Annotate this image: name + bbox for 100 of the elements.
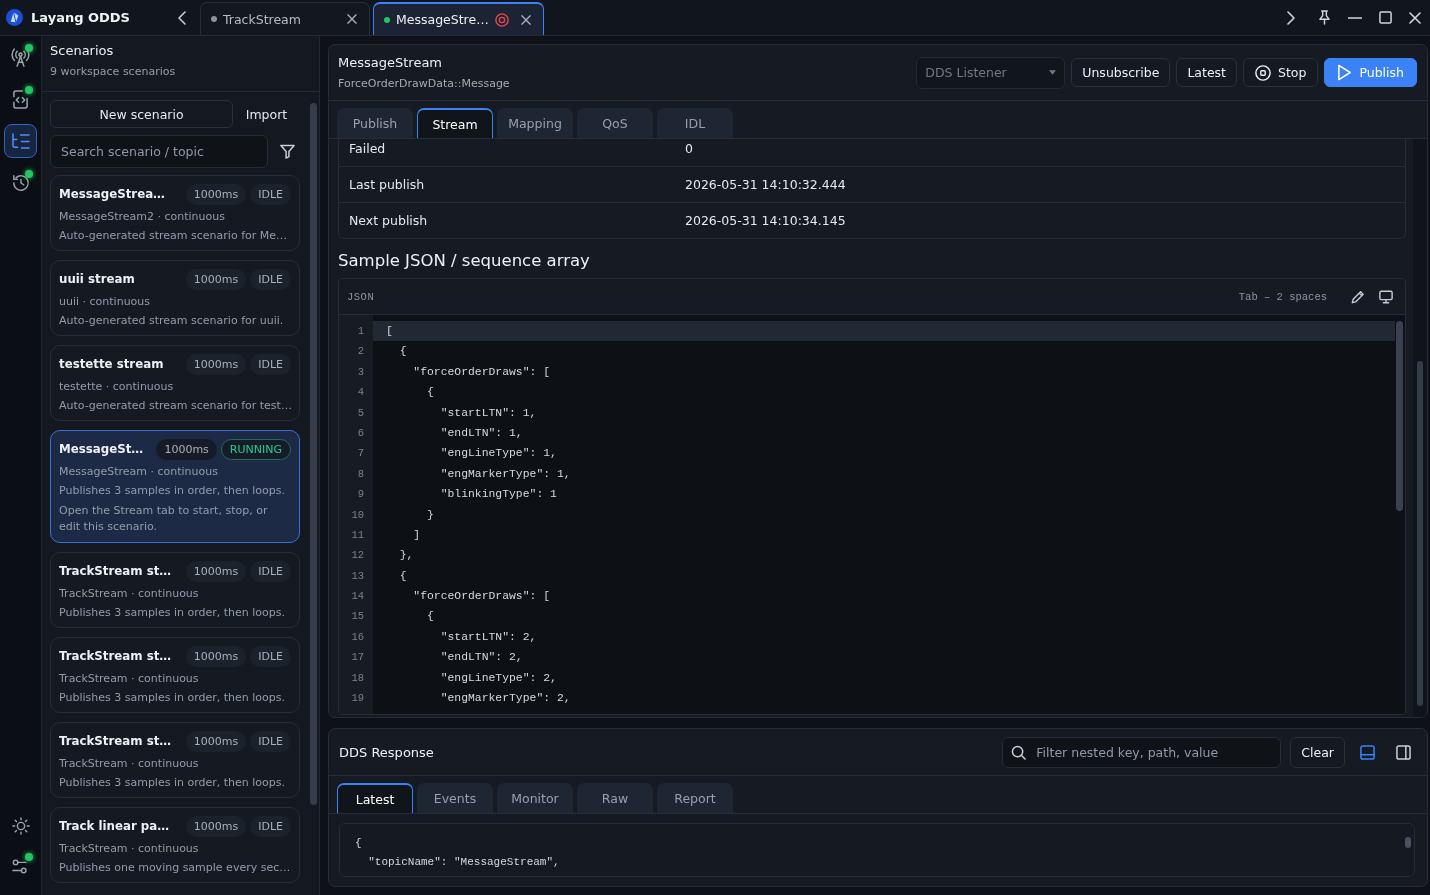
status-chip: IDLE — [250, 560, 291, 582]
sun-icon — [11, 817, 30, 835]
status-chip: IDLE — [250, 645, 291, 667]
status-chip: IDLE — [250, 353, 291, 375]
code-line: ] — [412, 527, 422, 543]
status-chip: IDLE — [250, 815, 291, 837]
close-icon[interactable] — [521, 14, 531, 25]
status-chip: IDLE — [250, 730, 291, 752]
code-line: "engLineType": 1, — [439, 446, 558, 462]
code-line: } — [426, 507, 435, 523]
line-number: 2 — [356, 344, 365, 360]
line-number: 9 — [356, 487, 365, 503]
pin-icon[interactable] — [1318, 10, 1330, 25]
line-number: 17 — [350, 650, 365, 666]
code-line: "engMarkerType": 1, — [439, 466, 572, 482]
line-number: 3 — [356, 364, 365, 380]
close-icon[interactable] — [347, 14, 357, 24]
sidebar-subtitle: 9 workspace scenarios — [50, 64, 177, 80]
publish-button[interactable]: Publish — [1324, 58, 1417, 87]
language-label: JSON — [347, 290, 375, 303]
play-icon — [1337, 64, 1353, 81]
code-line: { — [355, 836, 363, 851]
interval-chip: 1000ms — [185, 730, 247, 752]
tab[interactable]: IDL — [657, 108, 733, 138]
line-number: 7 — [356, 446, 365, 462]
tab[interactable]: QoS — [577, 108, 653, 138]
list-icon — [11, 132, 30, 150]
code-line: "blinkingType": 1 — [439, 487, 558, 503]
scrollbar-thumb[interactable] — [310, 103, 317, 805]
history-icon — [11, 174, 30, 192]
clear-button[interactable]: Clear — [1290, 736, 1345, 768]
scenario-topic: TrackStream · continuous — [59, 671, 200, 687]
line-number: 11 — [350, 527, 365, 543]
scenario-card[interactable]: TrackStream st… 1000ms IDLE TrackStream · continuous Publishes 3 samples in order, then loops. — [50, 637, 300, 713]
document-tab[interactable]: TrackStream — [200, 2, 370, 35]
scenario-topic: uuii · continuous — [59, 294, 152, 310]
table-cell-text: Next publish — [348, 213, 429, 228]
scenario-card[interactable]: MessageStrea… 1000ms IDLE MessageStream2 · continuous Auto-generated stream scenario for Me… — [50, 175, 300, 251]
tab[interactable]: Latest — [337, 783, 413, 813]
close-icon[interactable] — [1409, 11, 1421, 24]
interval-chip: 1000ms — [185, 645, 247, 667]
code-line: "engLineType": 2, — [439, 670, 558, 686]
toolbar-button[interactable]: Unsubscribe — [1071, 58, 1171, 87]
filter-field[interactable]: Filter nested key, path, value — [1002, 736, 1282, 768]
tab[interactable]: Events — [417, 783, 493, 813]
scenario-card[interactable]: testette stream 1000ms IDLE testette · continuous Auto-generated stream scenario for test… — [50, 345, 300, 421]
interval-chip: 1000ms — [185, 183, 247, 205]
filter-icon[interactable] — [280, 144, 295, 159]
scenario-card[interactable]: TrackStream st… 1000ms IDLE TrackStream · continuous Publishes 3 samples in order, then loops. — [50, 552, 300, 628]
code-line: { — [398, 344, 408, 360]
tab[interactable]: Raw — [577, 783, 653, 813]
scenario-card[interactable]: TrackStream st… 1000ms IDLE TrackStream · continuous Publishes 3 samples in order, then loops. — [50, 722, 300, 798]
scenario-name: TrackStream st… — [59, 649, 173, 663]
code-line: "startLTN": 1, — [439, 405, 538, 421]
status-chip: IDLE — [250, 268, 291, 290]
indent-setting[interactable]: Tab – 2 spaces — [1238, 290, 1327, 303]
caret-icon — [1049, 70, 1057, 75]
tab[interactable]: Publish — [337, 108, 413, 138]
scrollbar-thumb[interactable] — [1396, 321, 1403, 511]
scenario-topic: TrackStream · continuous — [59, 756, 200, 772]
table-cell-text: Last publish — [348, 177, 426, 192]
document-tab[interactable]: MessageStre… — [373, 2, 544, 35]
code-line: "engMarkerType": 2, — [439, 691, 572, 707]
scenario-card[interactable]: MessageSt… 1000ms RUNNING MessageStream · continuous Publishes 3 samples in order, then loops. Open the Stream tab to start, stop, or edit this scenario. — [50, 430, 300, 543]
toolbar-button[interactable]: Latest — [1176, 58, 1237, 87]
stop-button[interactable]: Stop — [1243, 58, 1319, 87]
pencil-icon[interactable] — [1351, 289, 1365, 304]
scenario-note: Open the Stream tab to start, stop, or edit this scenario. — [59, 503, 269, 535]
new-scenario-button[interactable]: New scenario — [50, 100, 233, 128]
search-field[interactable]: Search scenario / topic — [50, 135, 268, 168]
chevron-right-icon[interactable] — [1287, 10, 1295, 25]
scrollbar-thumb[interactable] — [1417, 361, 1423, 706]
code-line: "endLTN": 1, — [439, 425, 524, 441]
tab[interactable]: Mapping — [497, 108, 573, 138]
scenario-topic: TrackStream · continuous — [59, 586, 200, 602]
tab[interactable]: Stream — [417, 108, 493, 138]
panel-title: DDS Response — [339, 744, 434, 760]
line-number: 8 — [356, 466, 365, 482]
interval-chip: 1000ms — [185, 268, 247, 290]
nav-button[interactable] — [4, 124, 37, 158]
minimize-icon[interactable] — [1348, 16, 1362, 19]
line-number: 1 — [356, 324, 365, 339]
scenario-name: testette stream — [59, 357, 165, 371]
scenario-topic: testette · continuous — [59, 379, 175, 395]
interval-chip: 1000ms — [185, 815, 247, 837]
scenario-description: Auto-generated stream scenario for uuii. — [59, 313, 285, 329]
scenario-topic: MessageStream · continuous — [59, 464, 219, 480]
tab[interactable]: Monitor — [497, 783, 573, 813]
scenario-card[interactable]: uuii stream 1000ms IDLE uuii · continuous Auto-generated stream scenario for uuii. — [50, 260, 300, 336]
code-line: }, — [398, 548, 415, 564]
scrollbar-thumb[interactable] — [1405, 837, 1411, 848]
tab[interactable]: Report — [657, 783, 733, 813]
monitor-icon[interactable] — [1379, 289, 1393, 304]
scenario-card[interactable]: Track linear pa… 1000ms IDLE TrackStream · continuous Publishes one moving sample every sec… — [50, 807, 300, 883]
import-button[interactable]: Import — [233, 100, 300, 128]
table-cell-text: 0 — [684, 141, 693, 156]
maximize-icon[interactable] — [1378, 11, 1392, 24]
line-number: 10 — [350, 507, 365, 523]
table-cell-text: 2026-05-31 14:10:34.145 — [684, 213, 846, 228]
chevron-left-icon[interactable] — [178, 10, 186, 25]
